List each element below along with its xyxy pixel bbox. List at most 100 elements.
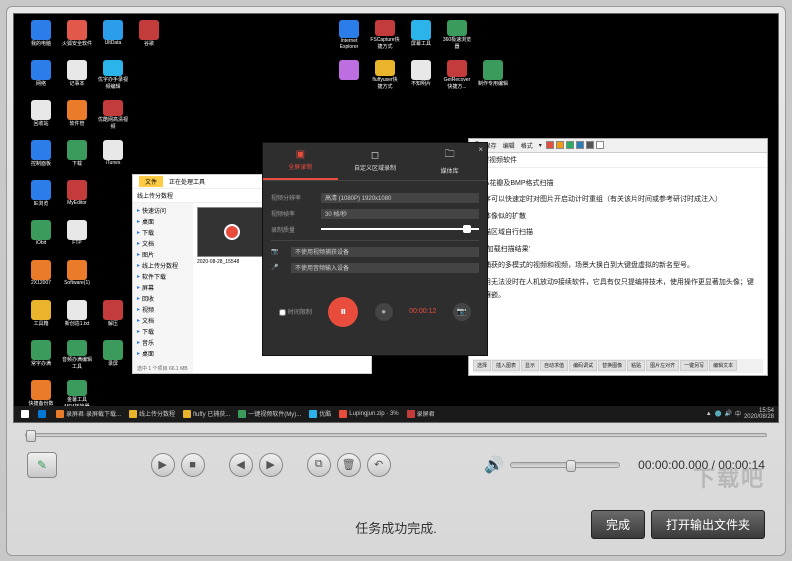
desktop-icon[interactable]: 解压 xyxy=(98,300,128,330)
desktop-icon[interactable] xyxy=(206,100,236,130)
open-output-folder-button[interactable]: 打开输出文件夹 xyxy=(651,510,765,539)
taskbar-item[interactable]: 线上传分数程 xyxy=(126,408,178,420)
doc-toolbar-item[interactable]: ▾ xyxy=(537,142,544,149)
desktop-icon[interactable] xyxy=(170,20,200,50)
desktop-icon[interactable]: 新创造1.txt xyxy=(62,300,92,330)
desktop-icon[interactable] xyxy=(98,220,128,250)
desktop-icon[interactable]: 常字办满 xyxy=(26,340,56,370)
desktop-icon[interactable] xyxy=(170,100,200,130)
taskbar-item[interactable] xyxy=(35,408,51,420)
sidebar-item[interactable]: ▸音乐 xyxy=(135,337,191,348)
desktop-icon[interactable]: iTunes xyxy=(98,140,128,170)
desktop-icon[interactable]: Software(1) xyxy=(62,260,92,290)
desktop-icon[interactable] xyxy=(134,140,164,170)
sidebar-item[interactable]: ▸桌面 xyxy=(135,216,191,227)
color-swatch[interactable] xyxy=(576,141,584,149)
sidebar-item[interactable]: ▸文档 xyxy=(135,238,191,249)
doc-footer-button[interactable]: 选择 xyxy=(473,360,491,371)
doc-footer-button[interactable]: 编码调试 xyxy=(569,360,597,371)
doc-footer-button[interactable]: 编辑文本 xyxy=(709,360,737,371)
sidebar-item[interactable]: ▸下载 xyxy=(135,326,191,337)
sidebar-item[interactable]: ▸视频 xyxy=(135,304,191,315)
doc-footer-button[interactable]: 一键另写 xyxy=(680,360,708,371)
doc-footer-button[interactable]: 替换图像 xyxy=(598,360,626,371)
desktop-icon[interactable]: 屏幕工具 xyxy=(406,20,436,50)
desktop-icon[interactable]: 录屏 xyxy=(98,340,128,370)
volume-slider[interactable] xyxy=(510,462,620,468)
desktop-icon[interactable]: 网络 xyxy=(26,60,56,90)
desktop-icon[interactable]: 控制面板 xyxy=(26,140,56,170)
desktop-icon[interactable]: 记事本 xyxy=(62,60,92,90)
close-icon[interactable]: × xyxy=(478,145,483,154)
done-button[interactable]: 完成 xyxy=(591,510,645,539)
color-swatch[interactable] xyxy=(596,141,604,149)
desktop-icon[interactable]: 软件管 xyxy=(62,100,92,130)
sidebar-item[interactable]: ▸快速访问 xyxy=(135,205,191,216)
desktop-icon[interactable]: iObit xyxy=(26,220,56,250)
taskbar-item[interactable]: 录屏君·录屏截下载... xyxy=(53,408,124,420)
desktop-icon[interactable]: 2X12007 xyxy=(26,260,56,290)
desktop-icon[interactable]: 工具箱 xyxy=(26,300,56,330)
desktop-icon[interactable]: fluffyuser快捷方式 xyxy=(370,60,400,90)
desktop-icon[interactable]: 谷歌 xyxy=(134,20,164,50)
recorder-tab-fullscreen[interactable]: ▣全屏录制 xyxy=(263,143,338,180)
desktop-icon[interactable]: 优酷网高清视频 xyxy=(98,100,128,130)
desktop-icon[interactable]: 制作专用编辑 xyxy=(478,60,508,90)
screenshot-button[interactable]: 📷 xyxy=(453,303,471,321)
color-swatch[interactable] xyxy=(556,141,564,149)
desktop-icon[interactable]: 音频办满编辑工具 xyxy=(62,340,92,370)
start-button[interactable] xyxy=(18,408,32,420)
desktop-icon[interactable] xyxy=(206,140,236,170)
edit-button[interactable]: ✎ xyxy=(27,452,57,478)
desktop-icon[interactable]: Internet Explorer xyxy=(334,20,364,50)
framerate-select[interactable]: 30 帧/秒 xyxy=(321,209,479,219)
desktop-icon[interactable] xyxy=(170,140,200,170)
stop-button[interactable]: ■ xyxy=(181,453,205,477)
volume-knob[interactable] xyxy=(566,460,576,472)
resolution-select[interactable]: 高清 (1080P) 1920x1080 xyxy=(321,193,479,203)
desktop-icon[interactable] xyxy=(334,60,364,90)
desktop-icon[interactable] xyxy=(170,60,200,90)
desktop-icon[interactable]: 下载 xyxy=(62,140,92,170)
timeline-track[interactable] xyxy=(25,433,767,437)
quality-slider[interactable] xyxy=(321,228,479,230)
sidebar-item[interactable]: ▸屏幕 xyxy=(135,282,191,293)
audio-device-select[interactable]: 不使用音频输入设备 xyxy=(291,263,479,273)
desktop-icon[interactable] xyxy=(98,260,128,290)
sidebar-item[interactable]: ▸软件下载 xyxy=(135,271,191,282)
desktop-icon[interactable] xyxy=(478,20,508,50)
desktop-icon[interactable] xyxy=(134,100,164,130)
sidebar-item[interactable]: ▸下载 xyxy=(135,227,191,238)
time-limit-checkbox[interactable] xyxy=(279,309,286,316)
video-device-select[interactable]: 不使用视频捕获设备 xyxy=(291,247,479,257)
taskbar-item[interactable]: 优酷 xyxy=(306,408,334,420)
color-swatch[interactable] xyxy=(566,141,574,149)
desktop-icon[interactable] xyxy=(206,20,236,50)
color-swatch[interactable] xyxy=(546,141,554,149)
taskbar-item[interactable]: 一键视频软件(My)... xyxy=(235,408,304,420)
prev-frame-button[interactable]: ◀ xyxy=(229,453,253,477)
doc-footer-button[interactable]: 粘贴 xyxy=(627,360,645,371)
desktop-icon[interactable]: IE浏览 xyxy=(26,180,56,210)
desktop-icon[interactable]: MyEditor xyxy=(62,180,92,210)
sidebar-item[interactable]: ▸文档 xyxy=(135,315,191,326)
revert-button[interactable]: ↶ xyxy=(367,453,391,477)
record-pause-button[interactable]: ⏸ xyxy=(328,297,358,327)
taskbar-item[interactable]: fluffy 已捕获... xyxy=(180,408,233,420)
taskbar-item[interactable]: Lupingjun.zip · 3% xyxy=(336,408,401,420)
sidebar-item[interactable]: ▸桌面 xyxy=(135,348,191,359)
desktop-icon[interactable]: 优字办手录视频编辑 xyxy=(98,60,128,90)
desktop-icon[interactable]: 360极速浏览器 xyxy=(442,20,472,50)
record-stop-button[interactable]: ● xyxy=(375,303,393,321)
doc-footer-button[interactable]: 图片左对齐 xyxy=(646,360,679,371)
desktop-icon[interactable]: 火狐安全软件 xyxy=(62,20,92,50)
timeline-playhead[interactable] xyxy=(26,430,36,442)
sidebar-item[interactable]: ▸回收 xyxy=(135,293,191,304)
desktop-icon[interactable]: GetRecover快捷方... xyxy=(442,60,472,90)
marker-button[interactable]: ⧉ xyxy=(307,453,331,477)
recorder-tab-region[interactable]: ◻自定义区域录制 xyxy=(338,143,413,180)
desktop-icon[interactable]: 我的电脑 xyxy=(26,20,56,50)
delete-button[interactable]: 🗑 xyxy=(337,453,361,477)
sidebar-item[interactable]: ▸图片 xyxy=(135,249,191,260)
desktop-icon[interactable]: 不知明片 xyxy=(406,60,436,90)
